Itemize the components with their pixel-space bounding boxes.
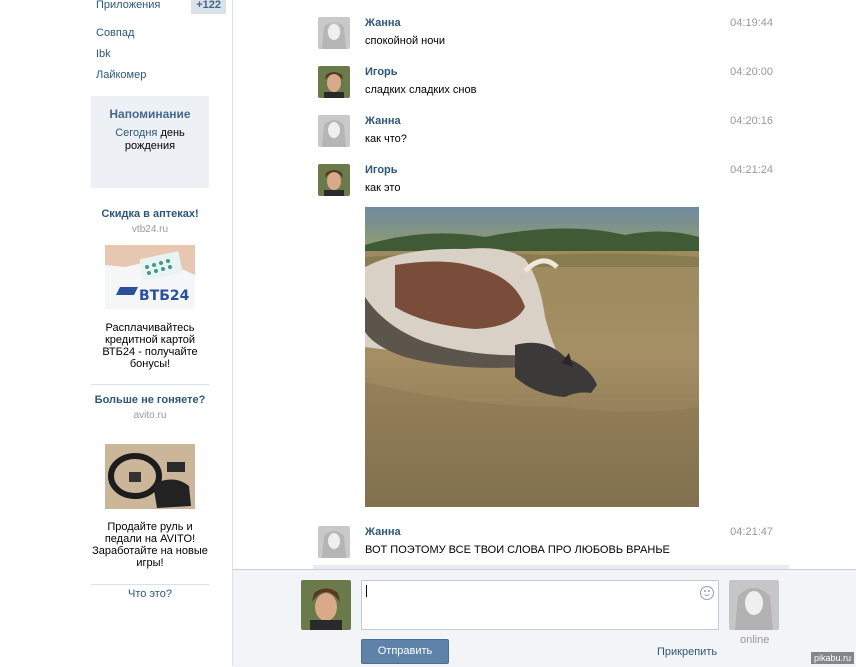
message-text: спокойной ночи	[365, 35, 445, 47]
message-item[interactable]: Жанна 04:21:47 ВОТ ПОЭТОМУ ВСЕ ТВОИ СЛОВ…	[318, 526, 773, 566]
blurred-names	[109, 162, 197, 182]
avatar[interactable]	[318, 115, 350, 147]
online-status: online	[740, 634, 770, 646]
vtb24-logo-text: ВТБ24	[139, 288, 190, 304]
sidebar-link-ibk[interactable]: Ibk	[96, 48, 111, 60]
avatar[interactable]	[318, 164, 350, 196]
reminder-today-link[interactable]: Сегодня	[115, 127, 157, 139]
avatar[interactable]	[318, 17, 350, 49]
ad-text[interactable]: Расплачивайтесь кредитной картой ВТБ24 -…	[91, 322, 209, 370]
ad-title[interactable]: Больше не гоняете?	[91, 394, 209, 407]
vtb24-card-image[interactable]: ВТБ24	[105, 245, 195, 309]
reminder-text: Сегодня день рождения	[97, 127, 203, 153]
divider	[91, 584, 209, 585]
send-button[interactable]: Отправить	[361, 639, 449, 664]
sidebar-link-sovpad[interactable]: Совпад	[96, 27, 134, 39]
partner-avatar[interactable]	[729, 580, 779, 630]
sidebar-item-label: Приложения	[96, 0, 161, 11]
message-author[interactable]: Жанна	[365, 17, 401, 29]
avatar[interactable]	[318, 66, 350, 98]
message-item[interactable]: Игорь 04:21:24 как это	[318, 164, 773, 204]
message-author[interactable]: Жанна	[365, 526, 401, 538]
ad-avito[interactable]: Больше не гоняете? avito.ru	[91, 394, 209, 421]
smile-icon[interactable]	[700, 586, 714, 600]
sidebar-item-apps[interactable]: Приложения +122	[96, 0, 226, 14]
apps-count-badge: +122	[191, 0, 226, 14]
message-input[interactable]	[361, 580, 719, 630]
my-avatar[interactable]	[301, 580, 351, 630]
ad-vtb24[interactable]: Скидка в аптеках! vtb24.ru	[91, 208, 209, 235]
message-time: 04:21:47	[730, 526, 773, 538]
text-caret	[366, 585, 367, 597]
message-text: сладких сладких снов	[365, 84, 477, 96]
message-text: ВОТ ПОЭТОМУ ВСЕ ТВОИ СЛОВА ПРО ЛЮБОВЬ ВР…	[365, 544, 670, 556]
attached-photo[interactable]	[365, 207, 699, 507]
ad-title[interactable]: Скидка в аптеках!	[91, 208, 209, 221]
message-time: 04:21:24	[730, 164, 773, 176]
avatar[interactable]	[318, 526, 350, 558]
message-author[interactable]: Игорь	[365, 66, 398, 78]
sidebar-link-laikomer[interactable]: Лайкомер	[96, 69, 146, 81]
message-time: 04:20:00	[730, 66, 773, 78]
message-author[interactable]: Жанна	[365, 115, 401, 127]
what-is-this-link[interactable]: Что это?	[91, 588, 209, 600]
ad-text[interactable]: Продайте руль и педали на AVITO! Заработ…	[91, 521, 209, 569]
reminder-title: Напоминание	[109, 107, 191, 121]
steering-wheel-image[interactable]	[105, 444, 195, 509]
ad-domain: vtb24.ru	[131, 224, 169, 235]
message-time: 04:19:44	[730, 17, 773, 29]
message-item[interactable]: Игорь 04:20:00 сладких сладких снов	[318, 66, 773, 106]
divider	[91, 384, 209, 385]
message-item[interactable]: Жанна 04:20:16 как что?	[318, 115, 773, 155]
reminder-block: Напоминание Сегодня день рождения	[91, 96, 209, 188]
message-text: как это	[365, 182, 401, 194]
watermark: pikabu.ru	[810, 652, 854, 664]
left-sidebar: Приложения +122 Совпад Ibk Лайкомер Напо…	[0, 0, 232, 666]
message-time: 04:20:16	[730, 115, 773, 127]
message-author[interactable]: Игорь	[365, 164, 398, 176]
message-text: как что?	[365, 133, 407, 145]
ad-domain: avito.ru	[133, 410, 167, 421]
attach-link[interactable]: Прикрепить	[657, 646, 717, 658]
message-item[interactable]: Жанна 04:19:44 спокойной ночи	[318, 17, 773, 57]
